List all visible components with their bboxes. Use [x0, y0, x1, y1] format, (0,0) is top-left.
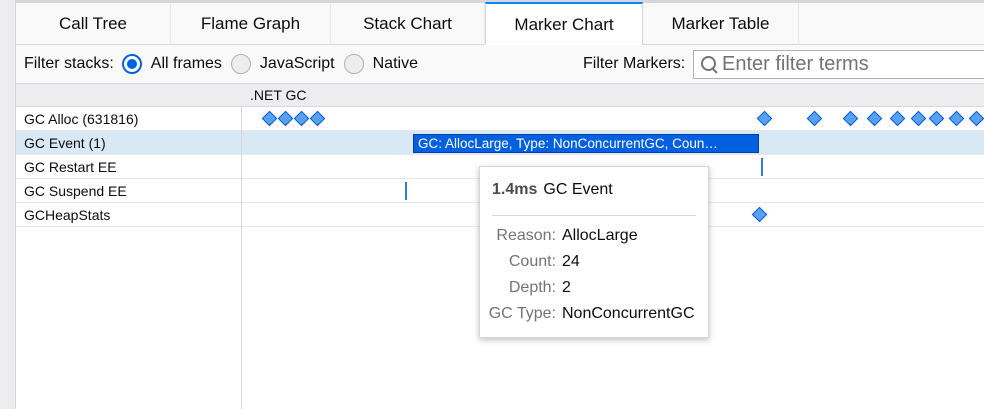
row-label: GC Alloc (631816)	[24, 111, 139, 127]
radio-javascript-label: JavaScript	[259, 55, 335, 72]
search-icon	[698, 54, 720, 76]
filter-bar: Filter stacks: All frames JavaScript Nat…	[16, 45, 984, 84]
tooltip-field-value: 24	[562, 253, 580, 270]
marker-tooltip: 1.4ms GC Event Reason: AllocLarge Count: …	[479, 166, 709, 338]
row-label: GC Restart EE	[24, 159, 117, 175]
gc-suspend-marker[interactable]	[405, 182, 407, 200]
tooltip-title: GC Event	[543, 181, 613, 198]
filter-stacks-label: Filter stacks:	[24, 55, 114, 72]
gc-event-marker-bar[interactable]: GC: AllocLarge, Type: NonConcurrentGC, C…	[413, 134, 759, 153]
tooltip-field-key: GC Type:	[488, 305, 556, 322]
tab-call-tree[interactable]: Call Tree	[16, 3, 171, 45]
row-label: GC Event (1)	[24, 135, 106, 151]
tooltip-field-value: NonConcurrentGC	[562, 305, 695, 322]
radio-dot[interactable]	[230, 54, 251, 74]
row-label: GCHeapStats	[24, 207, 111, 223]
radio-native[interactable]: Native	[343, 54, 418, 74]
gc-restart-marker[interactable]	[761, 158, 763, 176]
tooltip-field-value: AllocLarge	[562, 227, 638, 244]
tab-marker-table[interactable]: Marker Table	[643, 3, 799, 45]
radio-all-frames[interactable]: All frames	[121, 54, 222, 74]
row-label: GC Suspend EE	[24, 183, 127, 199]
tooltip-field-key: Count:	[508, 253, 556, 270]
tab-flame-graph[interactable]: Flame Graph	[171, 3, 331, 45]
tab-marker-chart[interactable]: Marker Chart	[485, 2, 643, 45]
group-title: .NET GC	[250, 87, 307, 103]
tooltip-field-key: Depth:	[508, 279, 556, 296]
tooltip-separator	[492, 215, 696, 216]
radio-dot[interactable]	[121, 54, 142, 74]
left-edge-strip	[0, 0, 16, 409]
label-divider[interactable]	[241, 107, 242, 409]
radio-native-label: Native	[372, 55, 418, 72]
marker-row[interactable]: GC Alloc (631816)	[16, 107, 984, 131]
radio-dot[interactable]	[343, 54, 364, 74]
marker-search-box[interactable]	[693, 50, 984, 79]
radio-javascript[interactable]: JavaScript	[230, 54, 335, 74]
marker-search-input[interactable]	[722, 53, 982, 76]
tooltip-field-value: 2	[562, 279, 571, 296]
tooltip-field-key: Reason:	[496, 227, 556, 244]
tooltip-header: 1.4ms GC Event	[492, 181, 613, 199]
marker-group-header: .NET GC	[16, 84, 984, 107]
filter-markers-label: Filter Markers:	[583, 55, 686, 72]
tab-stack-chart[interactable]: Stack Chart	[331, 3, 485, 45]
tooltip-duration: 1.4ms	[492, 181, 538, 198]
panel-tab-bar: Call Tree Flame Graph Stack Chart Marker…	[16, 2, 984, 45]
radio-all-frames-label: All frames	[150, 55, 222, 72]
